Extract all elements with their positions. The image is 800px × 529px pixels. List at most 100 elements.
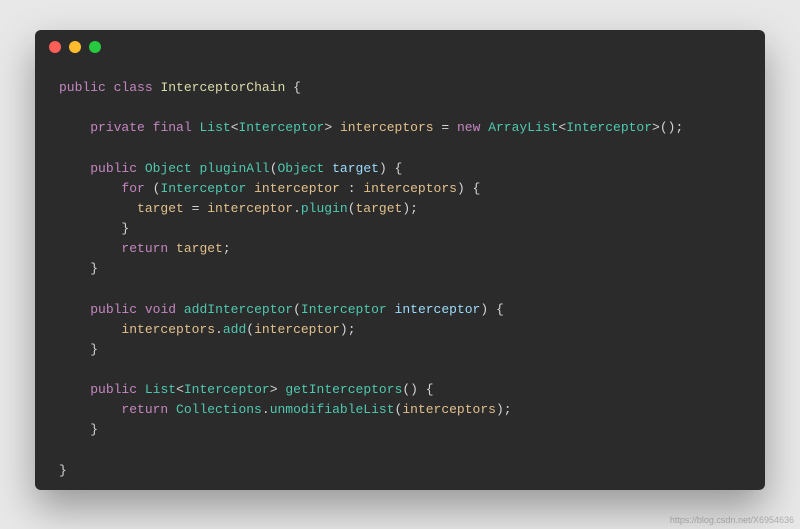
code-token — [285, 80, 293, 95]
code-token: Interceptor — [239, 120, 325, 135]
code-token: ) { — [480, 302, 503, 317]
code-token: : — [340, 181, 363, 196]
code-token: ( — [246, 322, 254, 337]
code-token: class — [114, 80, 153, 95]
code-token: getInterceptors — [285, 382, 402, 397]
code-token — [59, 120, 90, 135]
code-token: InterceptorChain — [160, 80, 285, 95]
code-token — [106, 80, 114, 95]
code-token — [59, 322, 121, 337]
code-token: public — [90, 382, 137, 397]
code-token: interceptor — [254, 322, 340, 337]
code-token: } — [90, 261, 98, 276]
code-token: Interceptor — [160, 181, 246, 196]
code-token: addInterceptor — [184, 302, 293, 317]
code-token: target — [356, 201, 403, 216]
code-token: ); — [402, 201, 418, 216]
code-token: interceptor — [395, 302, 481, 317]
code-token: target — [332, 161, 379, 176]
code-token: interceptors — [402, 402, 496, 417]
code-token: List — [145, 382, 176, 397]
code-token: ArrayList — [488, 120, 558, 135]
close-icon[interactable] — [49, 41, 61, 53]
code-token: } — [59, 463, 67, 478]
code-token — [168, 241, 176, 256]
code-token — [59, 422, 90, 437]
code-token: plugin — [301, 201, 348, 216]
code-token: >(); — [652, 120, 683, 135]
code-token — [59, 181, 121, 196]
code-token — [168, 402, 176, 417]
watermark-text: https://blog.csdn.net/X6954636 — [670, 515, 794, 525]
code-token: public — [90, 161, 137, 176]
code-token: unmodifiableList — [270, 402, 395, 417]
code-token: private — [90, 120, 145, 135]
code-token — [246, 181, 254, 196]
code-token — [176, 302, 184, 317]
code-token — [59, 161, 90, 176]
code-token: Object — [145, 161, 192, 176]
code-token: . — [293, 201, 301, 216]
code-token: = — [184, 201, 207, 216]
code-token: ( — [293, 302, 301, 317]
code-token: public — [90, 302, 137, 317]
code-token: } — [121, 221, 129, 236]
code-token: () { — [402, 382, 433, 397]
code-token: ); — [340, 322, 356, 337]
code-token — [59, 241, 121, 256]
code-token: interceptors — [340, 120, 434, 135]
code-token: List — [199, 120, 230, 135]
code-token: Object — [278, 161, 325, 176]
code-token: Interceptor — [184, 382, 270, 397]
code-token: } — [90, 342, 98, 357]
code-token: public — [59, 80, 106, 95]
code-token: target — [176, 241, 223, 256]
code-token — [59, 201, 137, 216]
code-token: interceptors — [363, 181, 457, 196]
window-titlebar — [35, 30, 765, 64]
code-token — [59, 342, 90, 357]
code-token — [59, 302, 90, 317]
code-token: interceptors — [121, 322, 215, 337]
code-token: > — [324, 120, 340, 135]
code-token — [59, 402, 121, 417]
code-token: ; — [223, 241, 231, 256]
code-token: pluginAll — [199, 161, 269, 176]
code-token: . — [262, 402, 270, 417]
code-token: . — [215, 322, 223, 337]
code-token: new — [457, 120, 480, 135]
minimize-icon[interactable] — [69, 41, 81, 53]
code-token — [145, 120, 153, 135]
code-token: Interceptor — [566, 120, 652, 135]
code-token: > — [270, 382, 286, 397]
code-token — [324, 161, 332, 176]
code-token: for — [121, 181, 144, 196]
code-token: ) { — [379, 161, 402, 176]
code-token: ( — [270, 161, 278, 176]
code-window: public class InterceptorChain { private … — [35, 30, 765, 490]
maximize-icon[interactable] — [89, 41, 101, 53]
code-token — [387, 302, 395, 317]
code-token: final — [153, 120, 192, 135]
code-token — [137, 161, 145, 176]
code-token — [59, 382, 90, 397]
code-token: { — [293, 80, 301, 95]
code-token — [145, 181, 153, 196]
code-token: return — [121, 402, 168, 417]
code-token: void — [145, 302, 176, 317]
code-token: Interceptor — [301, 302, 387, 317]
code-token: add — [223, 322, 246, 337]
code-token — [137, 302, 145, 317]
code-token — [59, 261, 90, 276]
code-token: ( — [348, 201, 356, 216]
code-token: interceptor — [207, 201, 293, 216]
code-token: < — [176, 382, 184, 397]
code-token: ) { — [457, 181, 480, 196]
code-token: = — [434, 120, 457, 135]
code-token: < — [231, 120, 239, 135]
code-token: interceptor — [254, 181, 340, 196]
code-token: ); — [496, 402, 512, 417]
code-token: target — [137, 201, 184, 216]
code-token: return — [121, 241, 168, 256]
code-token: } — [90, 422, 98, 437]
